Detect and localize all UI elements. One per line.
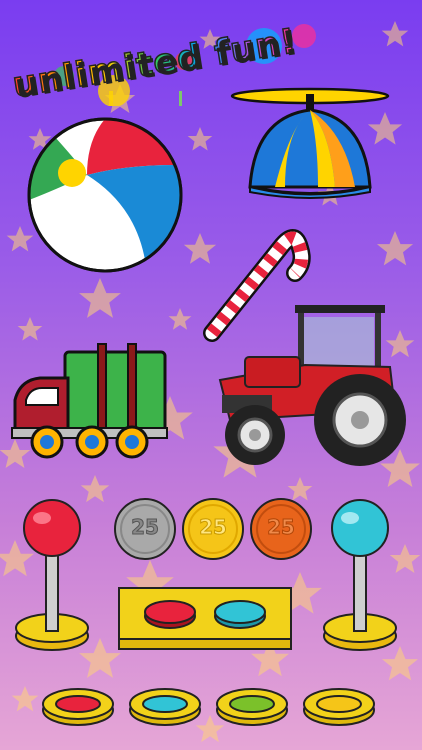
bottom-button-cyan[interactable] bbox=[127, 682, 203, 728]
coin-value: 25 bbox=[131, 515, 160, 540]
coin-value: 25 bbox=[267, 515, 296, 540]
joystick-right[interactable] bbox=[320, 498, 400, 658]
bottom-button-red[interactable] bbox=[40, 682, 116, 728]
truck-toy[interactable] bbox=[10, 340, 170, 465]
panel-button-red[interactable] bbox=[143, 598, 197, 630]
tractor-toy[interactable] bbox=[210, 295, 415, 470]
coin-gold[interactable]: 25 bbox=[181, 497, 245, 561]
coin-bronze[interactable]: 25 bbox=[249, 497, 313, 561]
bottom-button-green[interactable] bbox=[214, 682, 290, 728]
beach-ball-toy[interactable] bbox=[25, 115, 185, 275]
propeller-hat-toy[interactable] bbox=[230, 82, 390, 202]
bottom-button-yellow[interactable] bbox=[301, 682, 377, 728]
coin-silver[interactable]: 25 bbox=[113, 497, 177, 561]
joystick-left[interactable] bbox=[12, 498, 92, 658]
coin-value: 25 bbox=[199, 515, 228, 540]
panel-button-cyan[interactable] bbox=[213, 598, 267, 630]
